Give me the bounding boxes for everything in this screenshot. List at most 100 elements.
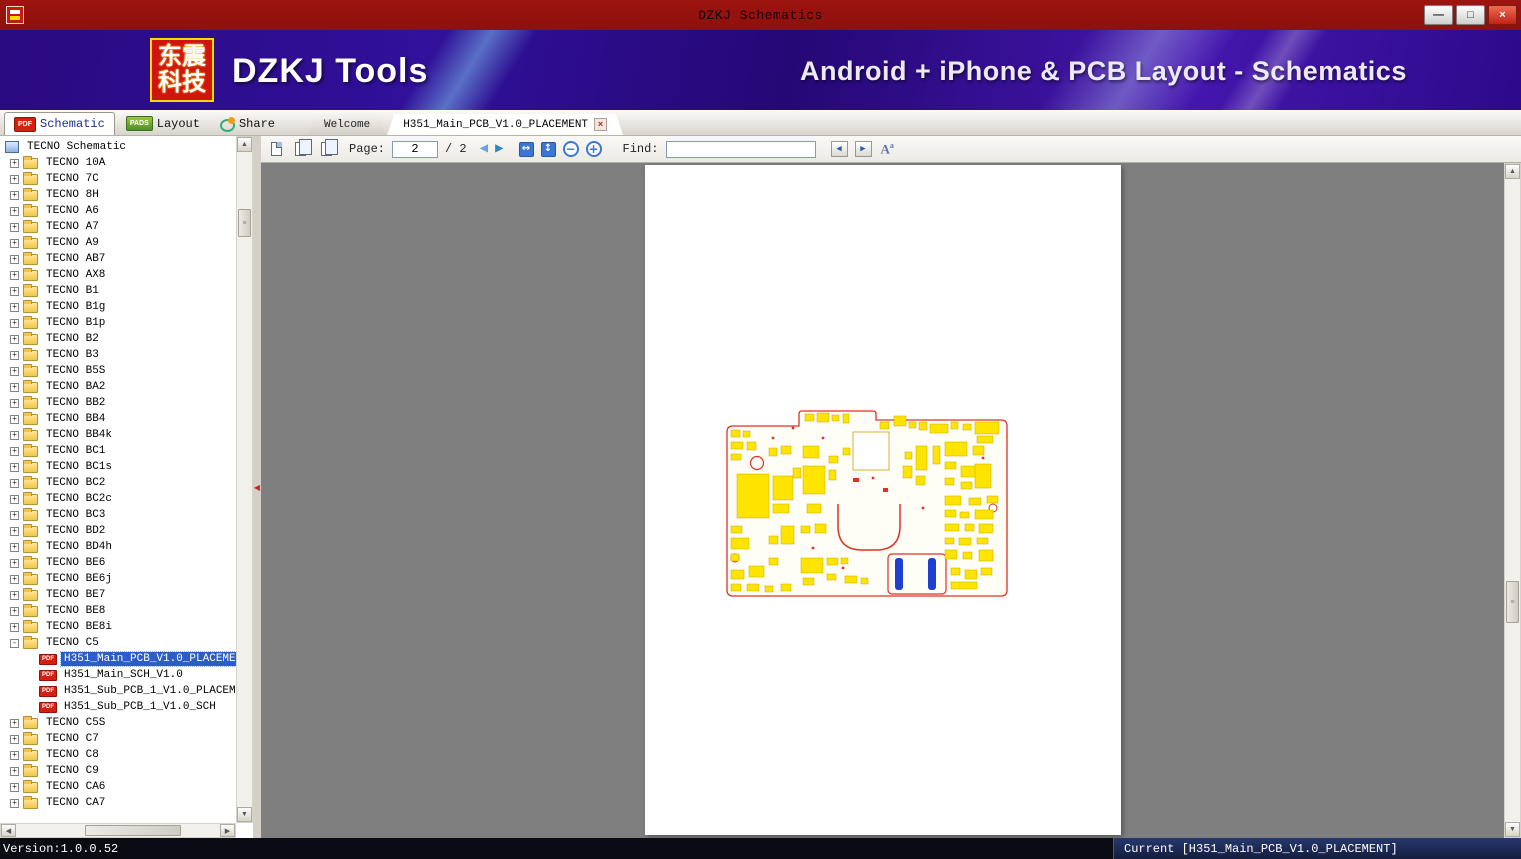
find-input[interactable] [665,140,816,158]
expander-icon[interactable]: + [10,318,19,328]
tree-item-folder[interactable]: + TECNO BC1 [3,443,236,459]
expander-icon[interactable]: + [10,478,19,488]
expander-icon[interactable]: + [10,190,19,200]
expander-icon[interactable]: + [10,750,19,760]
expander-icon[interactable]: + [10,542,19,552]
expander-icon[interactable]: + [10,174,19,184]
next-page-button[interactable]: ▶ [495,142,503,156]
tree-item-folder[interactable]: + TECNO BB4 [3,411,236,427]
expander-icon[interactable]: + [10,510,19,520]
fit-page-button[interactable]: ↕ [540,141,556,157]
tab-share[interactable]: Share [211,112,284,135]
splitter-collapse-icon[interactable]: ◀ [254,483,260,492]
expander-icon[interactable]: + [10,718,19,728]
expander-icon[interactable]: + [10,222,19,232]
tree-item-folder[interactable]: + TECNO AX8 [3,267,236,283]
tree-item-pdf[interactable]: PDF H351_Sub_PCB_1_V1.0_PLACEMENT [3,683,236,699]
text-size-button[interactable]: Aa [881,141,894,157]
tree-item-folder[interactable]: + TECNO BE7 [3,587,236,603]
scroll-left-button[interactable]: ◀ [1,824,16,837]
expander-icon[interactable]: + [10,414,19,424]
panel-splitter[interactable]: ◀ [253,136,261,838]
expander-icon[interactable]: + [10,206,19,216]
expander-icon[interactable]: + [10,590,19,600]
tree-item-folder[interactable]: + TECNO A6 [3,203,236,219]
tree-item-folder[interactable]: - TECNO C5 [3,635,236,651]
expander-icon[interactable]: + [10,558,19,568]
tree-item-folder[interactable]: + TECNO BC1s [3,459,236,475]
expander-icon[interactable]: + [10,766,19,776]
tree-item-folder[interactable]: + TECNO BE8 [3,603,236,619]
tree-item-folder[interactable]: + TECNO BC3 [3,507,236,523]
tree-item-folder[interactable]: + TECNO 7C [3,171,236,187]
expander-icon[interactable]: + [10,350,19,360]
tree-item-folder[interactable]: + TECNO C7 [3,731,236,747]
tree-item-folder[interactable]: + TECNO BE6 [3,555,236,571]
close-button[interactable]: × [1488,5,1517,25]
maximize-button[interactable]: □ [1456,5,1485,25]
expander-icon[interactable]: + [10,782,19,792]
scroll-up-button[interactable]: ▲ [237,137,252,152]
expander-icon[interactable]: + [10,382,19,392]
tree-vertical-scrollbar[interactable]: ▲ ≡ ▼ [236,136,253,823]
tree-item-folder[interactable]: + TECNO B2 [3,331,236,347]
find-previous-button[interactable]: ◀ [830,141,848,157]
expander-icon[interactable]: + [10,254,19,264]
expander-icon[interactable]: + [10,622,19,632]
expander-icon[interactable]: + [10,446,19,456]
tree-item-folder[interactable]: + TECNO B5S [3,363,236,379]
scroll-right-button[interactable]: ▶ [220,824,235,837]
tree-item-folder[interactable]: + TECNO 8H [3,187,236,203]
tree-item-folder[interactable]: + TECNO BB4k [3,427,236,443]
tree-item-folder[interactable]: + TECNO A9 [3,235,236,251]
copy-page-icon[interactable] [295,139,312,156]
expander-icon[interactable]: + [10,270,19,280]
tree-item-folder[interactable]: + TECNO BD4h [3,539,236,555]
expander-icon[interactable]: + [10,734,19,744]
expander-icon[interactable]: + [10,366,19,376]
expander-icon[interactable]: + [10,398,19,408]
doc-tab-close-icon[interactable]: × [594,118,607,131]
zoom-out-button[interactable]: − [562,141,579,157]
scrollbar-thumb[interactable] [85,825,181,836]
page-number-input[interactable] [392,140,439,158]
minimize-button[interactable]: — [1424,5,1453,25]
tree-item-folder[interactable]: + TECNO BD2 [3,523,236,539]
tree-item-folder[interactable]: + TECNO C5S [3,715,236,731]
expander-icon[interactable]: + [10,286,19,296]
tab-schematic[interactable]: PDF Schematic [4,112,115,135]
tab-layout[interactable]: PADS Layout [117,112,209,135]
tree-item-folder[interactable]: + TECNO BB2 [3,395,236,411]
expander-icon[interactable]: + [10,238,19,248]
tree-horizontal-scrollbar[interactable]: ◀ ▶ [0,823,236,838]
expander-icon[interactable]: + [10,574,19,584]
scroll-down-button[interactable]: ▼ [1505,822,1520,837]
pages-icon[interactable] [321,139,338,156]
viewer-vertical-scrollbar[interactable]: ▲ ≡ ▼ [1504,163,1521,838]
tree-item-folder[interactable]: + TECNO BE6j [3,571,236,587]
expander-icon[interactable]: + [10,334,19,344]
expander-icon[interactable]: + [10,302,19,312]
scrollbar-thumb[interactable]: ≡ [238,209,251,237]
tree-item-folder[interactable]: + TECNO AB7 [3,251,236,267]
doc-tab-placement[interactable]: H351_Main_PCB_V1.0_PLACEMENT × [387,114,623,135]
find-next-button[interactable]: ▶ [854,141,872,157]
tree-item-folder[interactable]: + TECNO BE8i [3,619,236,635]
fit-width-button[interactable]: ↔ [518,141,534,157]
doc-tab-welcome[interactable]: Welcome [308,114,386,135]
tree-item-folder[interactable]: + TECNO B1g [3,299,236,315]
snapshot-icon[interactable] [271,142,282,156]
scrollbar-thumb[interactable]: ≡ [1506,581,1519,624]
tree-item-folder[interactable]: + TECNO BA2 [3,379,236,395]
tree-item-folder[interactable]: + TECNO C8 [3,747,236,763]
expander-icon[interactable]: + [10,494,19,504]
expander-icon[interactable]: + [10,430,19,440]
scroll-up-button[interactable]: ▲ [1505,164,1520,179]
tree-item-folder[interactable]: + TECNO BC2 [3,475,236,491]
expander-icon[interactable]: + [10,462,19,472]
tree-root[interactable]: TECNO Schematic [3,139,236,155]
expander-icon[interactable]: + [10,158,19,168]
tree-item-folder[interactable]: + TECNO B1 [3,283,236,299]
zoom-in-button[interactable]: + [585,141,602,157]
tree-item-folder[interactable]: + TECNO A7 [3,219,236,235]
